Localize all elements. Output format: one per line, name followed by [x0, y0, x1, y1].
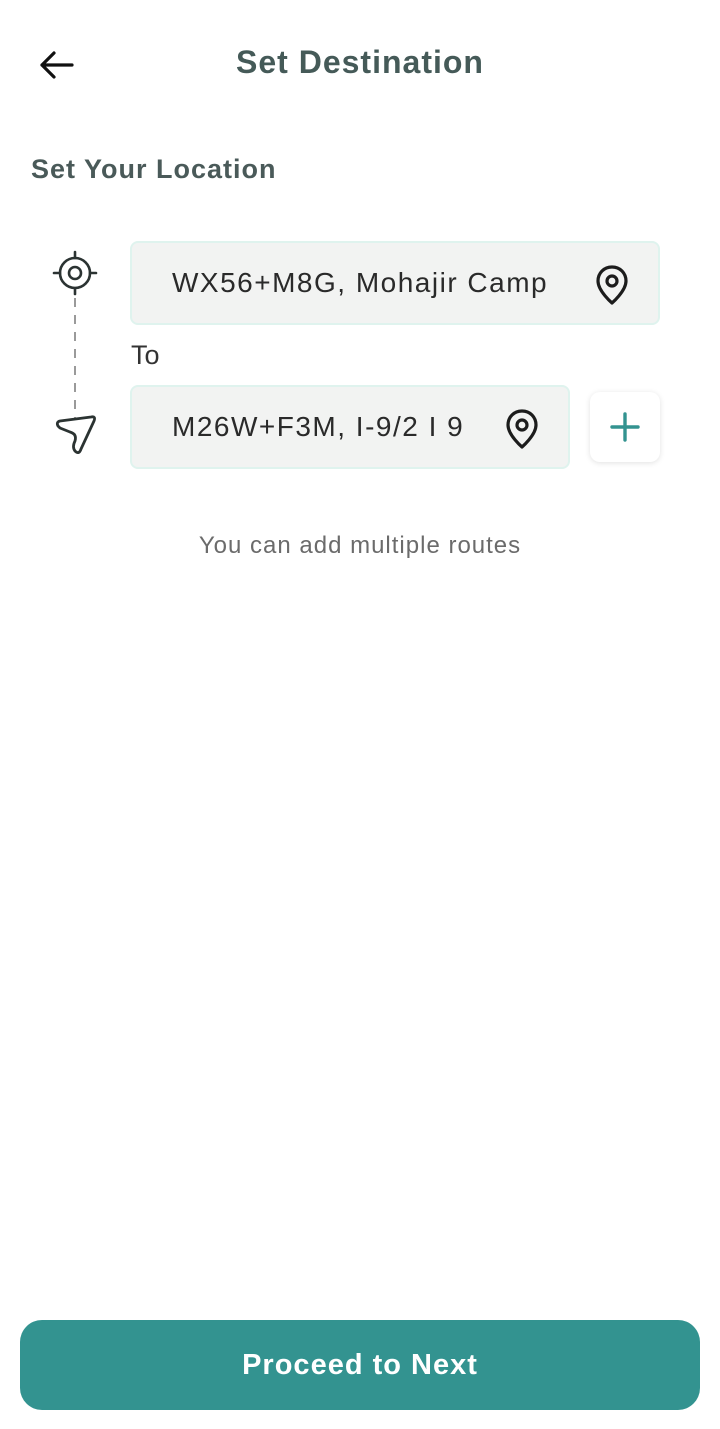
proceed-button[interactable]: Proceed to Next [20, 1320, 700, 1410]
set-destination-screen: Set Destination Set Your Location WX56+M… [0, 0, 720, 1429]
crosshair-icon [52, 250, 98, 296]
navigation-arrow-icon [55, 415, 96, 454]
to-label: To [131, 340, 160, 370]
header: Set Destination [0, 0, 720, 130]
map-pin-icon[interactable] [502, 407, 542, 451]
section-title: Set Your Location [31, 154, 277, 184]
map-pin-icon[interactable] [592, 263, 632, 307]
from-location-input[interactable] [132, 243, 658, 323]
from-location-field[interactable] [130, 241, 660, 325]
page-title: Set Destination [236, 44, 484, 80]
to-location-field[interactable] [130, 385, 570, 469]
route-indicator [48, 250, 104, 460]
plus-icon [610, 412, 640, 442]
add-route-button[interactable] [590, 392, 660, 462]
multiple-routes-hint: You can add multiple routes [198, 532, 522, 559]
